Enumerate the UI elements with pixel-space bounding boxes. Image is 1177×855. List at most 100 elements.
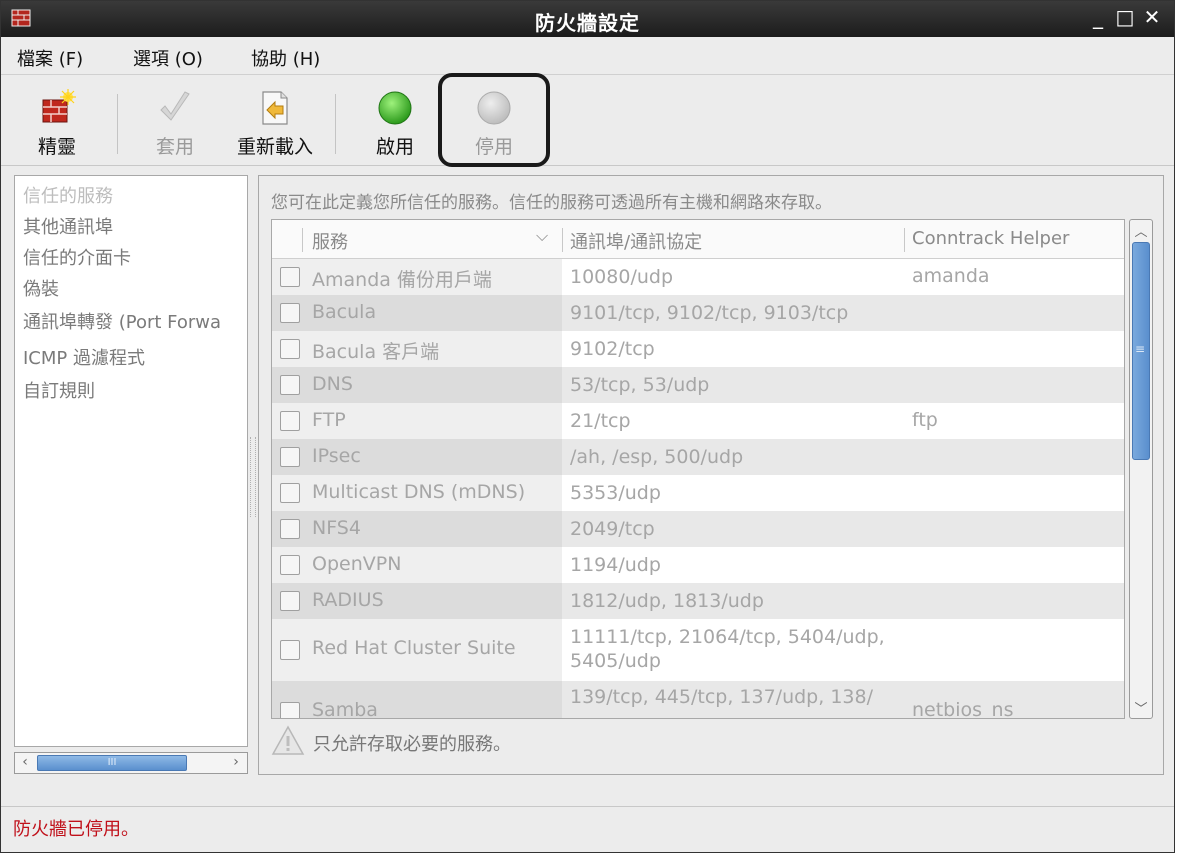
nav-item-icmp-filter[interactable]: ICMP 過濾程式 xyxy=(23,344,145,370)
table-row[interactable]: DNS 53/tcp, 53/udp xyxy=(272,367,1124,403)
enable-button[interactable]: 啟用 xyxy=(349,86,441,158)
table-header: 服務 ⌵ 通訊埠/通訊協定 Conntrack Helper xyxy=(272,220,1124,259)
window-title: 防火牆設定 xyxy=(535,11,640,35)
category-list: 信任的服務 其他通訊埠 信任的介面卡 偽裝 通訊埠轉發 (Port Forwa … xyxy=(14,175,248,747)
column-header-port[interactable]: 通訊埠/通訊協定 xyxy=(570,228,702,254)
table-row[interactable]: OpenVPN 1194/udp xyxy=(272,547,1124,583)
service-port: 9101/tcp, 9102/tcp, 9103/tcp xyxy=(570,302,849,324)
warning-icon xyxy=(271,725,305,755)
service-port: 21/tcp xyxy=(570,410,631,432)
scroll-grip-icon: ≡ xyxy=(1135,342,1146,356)
table-row[interactable]: Red Hat Cluster Suite 11111/tcp, 21064/t… xyxy=(272,619,1124,681)
column-header-service[interactable]: 服務 xyxy=(312,228,348,254)
toolbar: 精靈 套用 重新載入 啟用 停用 xyxy=(1,76,1174,166)
service-name: Samba xyxy=(312,699,378,719)
firewall-status-text: 防火牆已停用。 xyxy=(13,819,139,840)
table-row[interactable]: Bacula 9101/tcp, 9102/tcp, 9103/tcp xyxy=(272,295,1124,331)
header-separator xyxy=(904,228,905,252)
menu-help[interactable]: 協助 (H) xyxy=(251,45,320,71)
wizard-button[interactable]: 精靈 xyxy=(11,86,103,158)
service-name: FTP xyxy=(312,409,346,431)
service-port: 10080/udp xyxy=(570,266,674,288)
menu-bar: 檔案 (F) 選項 (O) 協助 (H) xyxy=(1,37,1174,75)
panel-description: 您可在此定義您所信任的服務。信任的服務可透過所有主機和網路來存取。 xyxy=(271,193,832,213)
highlight-annotation xyxy=(438,73,550,167)
service-checkbox[interactable] xyxy=(280,375,300,395)
status-bar: 防火牆已停用。 xyxy=(1,806,1174,852)
nav-item-custom-rules[interactable]: 自訂規則 xyxy=(23,377,95,403)
menu-options[interactable]: 選項 (O) xyxy=(133,45,203,71)
reload-label: 重新載入 xyxy=(236,136,313,158)
service-checkbox[interactable] xyxy=(280,267,300,287)
service-port: 53/tcp, 53/udp xyxy=(570,374,710,396)
nav-item-trusted-services[interactable]: 信任的服務 xyxy=(23,182,113,208)
service-port: 2049/tcp xyxy=(570,518,655,540)
apply-button[interactable]: 套用 xyxy=(129,86,221,158)
table-row[interactable]: NFS4 2049/tcp xyxy=(272,511,1124,547)
minimize-button[interactable]: _ xyxy=(1087,5,1109,29)
scroll-left-arrow-icon[interactable]: ‹ xyxy=(16,754,34,770)
wizard-icon xyxy=(42,89,76,123)
table-row[interactable]: Multicast DNS (mDNS) 5353/udp xyxy=(272,475,1124,511)
service-checkbox[interactable] xyxy=(280,591,300,611)
table-row[interactable]: RADIUS 1812/udp, 1813/udp xyxy=(272,583,1124,619)
trusted-services-panel: 您可在此定義您所信任的服務。信任的服務可透過所有主機和網路來存取。 服務 ⌵ 通… xyxy=(258,175,1164,775)
service-port: 1194/udp xyxy=(570,554,661,576)
reload-button[interactable]: 重新載入 xyxy=(229,86,321,158)
nav-horizontal-scrollbar[interactable]: ‹ III › xyxy=(14,752,248,774)
service-checkbox[interactable] xyxy=(280,519,300,539)
service-checkbox[interactable] xyxy=(280,702,300,718)
table-row[interactable]: IPsec /ah, /esp, 500/udp xyxy=(272,439,1124,475)
service-name: Bacula xyxy=(312,301,377,323)
service-name: OpenVPN xyxy=(312,553,402,575)
scroll-right-arrow-icon[interactable]: › xyxy=(227,754,245,770)
table-row[interactable]: FTP 21/tcp ftp xyxy=(272,403,1124,439)
service-name: RADIUS xyxy=(312,589,384,611)
service-checkbox[interactable] xyxy=(280,640,300,660)
table-row[interactable]: Amanda 備份用戶端 10080/udp amanda xyxy=(272,259,1124,295)
service-port: 5353/udp xyxy=(570,482,661,504)
maximize-button[interactable]: □ xyxy=(1114,5,1136,29)
service-port: /ah, /esp, 500/udp xyxy=(570,446,744,468)
enable-label: 啟用 xyxy=(375,136,414,158)
header-separator xyxy=(562,228,563,252)
header-separator xyxy=(302,228,303,252)
service-name: DNS xyxy=(312,373,353,395)
service-checkbox[interactable] xyxy=(280,447,300,467)
service-checkbox[interactable] xyxy=(280,483,300,503)
toolbar-separator xyxy=(117,94,118,154)
menu-file[interactable]: 檔案 (F) xyxy=(17,45,83,71)
sort-chevron-icon[interactable]: ⌵ xyxy=(536,226,548,246)
services-table: 服務 ⌵ 通訊埠/通訊協定 Conntrack Helper Amanda 備份… xyxy=(271,219,1125,719)
apply-label: 套用 xyxy=(155,136,194,158)
nav-item-trusted-interfaces[interactable]: 信任的介面卡 xyxy=(23,244,131,270)
toolbar-separator xyxy=(335,94,336,154)
column-header-helper[interactable]: Conntrack Helper xyxy=(912,228,1069,249)
title-bar[interactable]: 防火牆設定 _ □ ✕ xyxy=(1,1,1174,37)
service-name: Amanda 備份用戶端 xyxy=(312,269,492,291)
service-name: Bacula 客戶端 xyxy=(312,341,440,363)
scroll-down-arrow-icon[interactable]: ﹀ xyxy=(1130,698,1152,718)
reload-icon xyxy=(262,91,288,125)
service-checkbox[interactable] xyxy=(280,555,300,575)
nav-item-masquerading[interactable]: 偽裝 xyxy=(23,275,59,301)
nav-item-port-forwarding[interactable]: 通訊埠轉發 (Port Forwa xyxy=(23,308,221,334)
service-name: Multicast DNS (mDNS) xyxy=(312,481,526,503)
service-checkbox[interactable] xyxy=(280,411,300,431)
close-button[interactable]: ✕ xyxy=(1141,5,1163,29)
service-checkbox[interactable] xyxy=(280,339,300,359)
nav-item-other-ports[interactable]: 其他通訊埠 xyxy=(23,213,113,239)
service-helper: netbios_ns xyxy=(912,699,1014,719)
service-port: 11111/tcp, 21064/tcp, 5404/udp, xyxy=(570,626,885,648)
service-port: 139/tcp, 445/tcp, 137/udp, 138/ xyxy=(570,686,873,708)
service-helper: ftp xyxy=(912,409,938,431)
checkmark-icon xyxy=(160,91,190,121)
scroll-up-arrow-icon[interactable]: ︿ xyxy=(1130,221,1152,241)
service-checkbox[interactable] xyxy=(280,303,300,323)
pane-resize-handle[interactable] xyxy=(250,437,256,517)
table-row[interactable]: Bacula 客戶端 9102/tcp xyxy=(272,331,1124,367)
firewall-window: 防火牆設定 _ □ ✕ 檔案 (F) 選項 (O) 協助 (H) 精靈 套用 重… xyxy=(0,0,1175,853)
services-vertical-scrollbar[interactable]: ︿ ≡ ﹀ xyxy=(1129,219,1153,719)
table-row[interactable]: Samba 139/tcp, 445/tcp, 137/udp, 138/ ne… xyxy=(272,681,1124,719)
nav-scroll-thumb[interactable]: III xyxy=(37,755,187,771)
